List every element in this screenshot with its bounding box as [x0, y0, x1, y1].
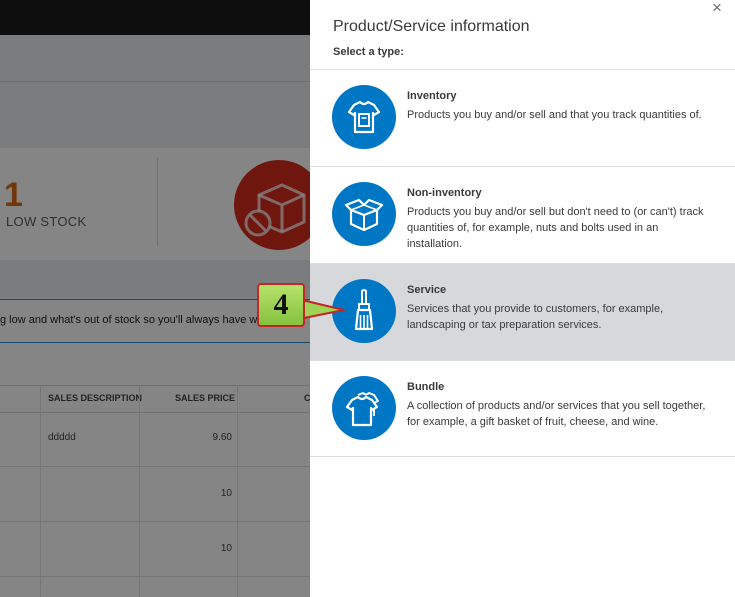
- close-icon[interactable]: ×: [708, 0, 726, 18]
- option-name: Non-inventory: [407, 187, 482, 199]
- option-description: A collection of products and/or services…: [407, 400, 706, 428]
- option-inventory[interactable]: Inventory Products you buy and/or sell a…: [310, 69, 735, 166]
- divider: [310, 456, 735, 457]
- option-non-inventory[interactable]: Non-inventory Products you buy and/or se…: [310, 166, 735, 263]
- tshirt-tag-icon: [332, 85, 396, 149]
- open-box-icon: [332, 182, 396, 246]
- option-description: Products you buy and/or sell and that yo…: [407, 109, 702, 121]
- panel-title: Product/Service information: [333, 18, 530, 35]
- step-number: 4: [273, 288, 289, 321]
- select-type-label: Select a type:: [333, 46, 404, 58]
- product-service-panel: Product/Service information × Select a t…: [310, 0, 735, 597]
- stacked-shirts-icon: [332, 376, 396, 440]
- option-bundle[interactable]: Bundle A collection of products and/or s…: [310, 360, 735, 457]
- option-description: Services that you provide to customers, …: [407, 303, 664, 331]
- option-name: Inventory: [407, 90, 457, 102]
- step-callout: 4: [257, 283, 305, 327]
- callout-arrow-icon: [301, 299, 345, 319]
- option-name: Bundle: [407, 381, 445, 393]
- option-description: Products you buy and/or sell but don't n…: [407, 206, 704, 250]
- option-service[interactable]: Service Services that you provide to cus…: [310, 263, 735, 360]
- option-name: Service: [407, 284, 447, 296]
